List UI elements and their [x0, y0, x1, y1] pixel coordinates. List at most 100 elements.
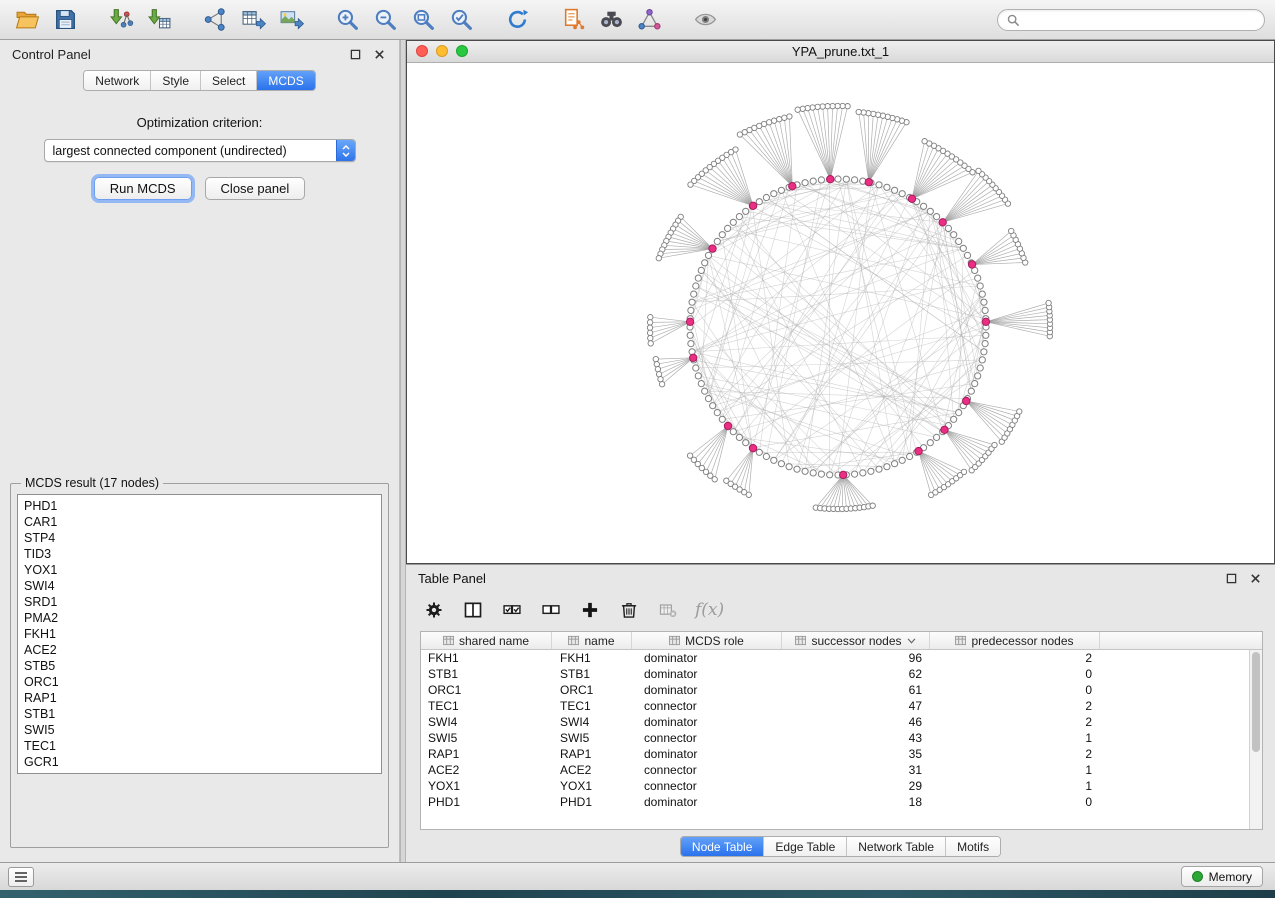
window-minimize-icon[interactable] [436, 45, 448, 57]
unselect-all-columns-button[interactable] [539, 598, 563, 622]
network-window-titlebar[interactable]: YPA_prune.txt_1 [407, 41, 1274, 63]
column-header-successor-nodes[interactable]: successor nodes [782, 632, 930, 649]
criterion-dropdown[interactable]: largest connected component (undirected) [44, 139, 356, 162]
tab-network-table[interactable]: Network Table [847, 837, 946, 856]
zoom-out-button[interactable] [368, 4, 402, 36]
table-cell: connector [632, 763, 782, 777]
export-network-button[interactable] [198, 4, 232, 36]
apply-layout-button[interactable] [500, 4, 534, 36]
save-session-button[interactable] [48, 4, 82, 36]
table-cell: connector [632, 779, 782, 793]
vizmap-button[interactable] [632, 4, 666, 36]
import-network-button[interactable] [104, 4, 138, 36]
zoom-selected-button[interactable] [444, 4, 478, 36]
delete-column-button[interactable] [617, 598, 641, 622]
window-close-icon[interactable] [416, 45, 428, 57]
mcds-result-item[interactable]: PHD1 [24, 498, 375, 514]
mcds-result-group: MCDS result (17 nodes) PHD1CAR1STP4TID3Y… [10, 476, 389, 848]
table-cell: 2 [930, 651, 1100, 665]
tab-motifs[interactable]: Motifs [946, 837, 1000, 856]
tab-node-table[interactable]: Node Table [681, 837, 765, 856]
close-panel-button[interactable] [371, 46, 387, 62]
show-columns-button[interactable] [461, 598, 485, 622]
column-header-predecessor-nodes[interactable]: predecessor nodes [930, 632, 1100, 649]
import-table-disabled-button[interactable] [656, 598, 680, 622]
columns-icon [463, 600, 483, 620]
first-neighbors-button[interactable] [594, 4, 628, 36]
zoom-fit-button[interactable] [406, 4, 440, 36]
table-row[interactable]: TEC1TEC1connector472 [421, 698, 1262, 714]
column-header-name[interactable]: name [552, 632, 632, 649]
mcds-result-list[interactable]: PHD1CAR1STP4TID3YOX1SWI4SRD1PMA2FKH1ACE2… [17, 494, 382, 774]
mcds-result-item[interactable]: PMA2 [24, 610, 375, 626]
search-input[interactable] [1024, 13, 1255, 27]
mcds-result-item[interactable]: YOX1 [24, 562, 375, 578]
network-graph[interactable] [407, 63, 1274, 563]
mcds-result-item[interactable]: STB1 [24, 706, 375, 722]
export-image-button[interactable] [274, 4, 308, 36]
application-window: Control Panel Network Style Select MCDS … [0, 0, 1275, 898]
close-panel-action-button[interactable]: Close panel [205, 177, 306, 200]
zoom-in-button[interactable] [330, 4, 364, 36]
table-row[interactable]: ORC1ORC1dominator610 [421, 682, 1262, 698]
mcds-result-item[interactable]: SWI5 [24, 722, 375, 738]
table-float-panel-button[interactable] [1223, 570, 1239, 586]
open-file-button[interactable] [10, 4, 44, 36]
mcds-result-item[interactable]: GCR1 [24, 754, 375, 770]
table-row[interactable]: YOX1YOX1connector291 [421, 778, 1262, 794]
function-builder-button[interactable]: f(x) [695, 600, 724, 620]
scrollbar-thumb[interactable] [1252, 652, 1260, 752]
create-column-button[interactable] [578, 598, 602, 622]
mcds-result-item[interactable]: SWI4 [24, 578, 375, 594]
mcds-result-item[interactable]: ORC1 [24, 674, 375, 690]
mcds-result-item[interactable]: RAP1 [24, 690, 375, 706]
tab-edge-table[interactable]: Edge Table [764, 837, 847, 856]
zoom-in-icon [335, 7, 360, 32]
table-close-panel-button[interactable] [1247, 570, 1263, 586]
export-table-button[interactable] [236, 4, 270, 36]
table-scrollbar[interactable] [1249, 650, 1262, 829]
table-row[interactable]: SWI5SWI5connector431 [421, 730, 1262, 746]
column-header-mcds-role[interactable]: MCDS role [632, 632, 782, 649]
mcds-result-item[interactable]: CAR1 [24, 514, 375, 530]
tab-select[interactable]: Select [201, 71, 257, 90]
table-cell: dominator [632, 715, 782, 729]
table-row[interactable]: SWI4SWI4dominator462 [421, 714, 1262, 730]
import-table-button[interactable] [142, 4, 176, 36]
table-settings-button[interactable] [422, 598, 446, 622]
select-all-columns-button[interactable] [500, 598, 524, 622]
table-row[interactable]: RAP1RAP1dominator352 [421, 746, 1262, 762]
run-mcds-button[interactable]: Run MCDS [94, 177, 192, 200]
table-cell: FKH1 [552, 651, 632, 665]
table-row[interactable]: FKH1FKH1dominator962 [421, 650, 1262, 666]
show-panels-button[interactable] [8, 867, 34, 887]
mcds-result-item[interactable]: ACE2 [24, 642, 375, 658]
show-hide-graphics-button[interactable] [688, 4, 722, 36]
table-cell: ORC1 [421, 683, 552, 697]
table-cell: dominator [632, 683, 782, 697]
table-panel-title: Table Panel [418, 571, 1215, 586]
tab-mcds[interactable]: MCDS [257, 71, 314, 90]
table-row[interactable]: ACE2ACE2connector311 [421, 762, 1262, 778]
search-field[interactable] [997, 9, 1265, 31]
mcds-result-item[interactable]: FKH1 [24, 626, 375, 642]
mcds-result-item[interactable]: STP4 [24, 530, 375, 546]
mcds-result-item[interactable]: SRD1 [24, 594, 375, 610]
table-row[interactable]: STB1STB1dominator620 [421, 666, 1262, 682]
mcds-result-item[interactable]: TEC1 [24, 738, 375, 754]
table-cell: 1 [930, 779, 1100, 793]
tab-style[interactable]: Style [151, 71, 201, 90]
mcds-result-item[interactable]: STB5 [24, 658, 375, 674]
table-row[interactable]: PHD1PHD1dominator180 [421, 794, 1262, 810]
workspace-area: YPA_prune.txt_1 Table Panel [406, 40, 1275, 862]
window-maximize-icon[interactable] [456, 45, 468, 57]
float-panel-button[interactable] [347, 46, 363, 62]
tab-network[interactable]: Network [84, 71, 151, 90]
network-view[interactable] [407, 63, 1274, 563]
table-cell: RAP1 [552, 747, 632, 761]
table-cell: 2 [930, 747, 1100, 761]
mcds-result-item[interactable]: TID3 [24, 546, 375, 562]
document-share-button[interactable] [556, 4, 590, 36]
memory-button[interactable]: Memory [1181, 866, 1263, 887]
column-header-shared-name[interactable]: shared name [421, 632, 552, 649]
